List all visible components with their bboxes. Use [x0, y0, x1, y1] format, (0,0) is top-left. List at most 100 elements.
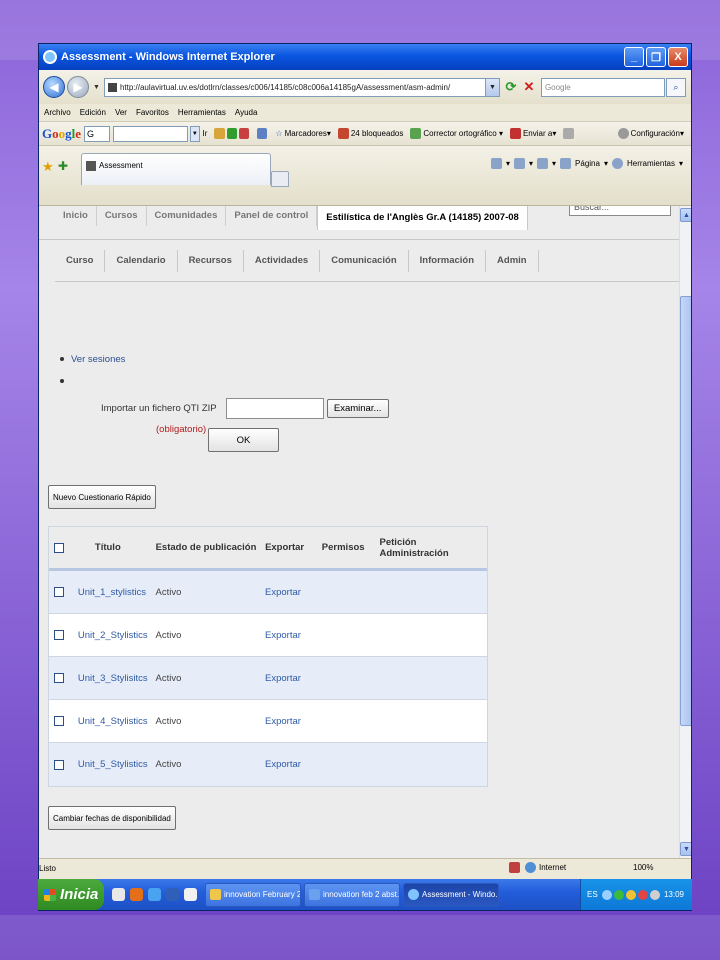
menu-herramientas[interactable]: Herramientas: [178, 108, 226, 117]
taskbar-button-folder[interactable]: innovation February 2: [205, 882, 301, 907]
assessment-title-link[interactable]: Unit_5_Stylistics: [77, 759, 156, 770]
new-quick-quiz-button[interactable]: Nuevo Cuestionario Rápido: [48, 485, 156, 509]
tray-icon[interactable]: [601, 889, 612, 900]
word-icon[interactable]: [166, 888, 179, 901]
subnav-informacion[interactable]: Información: [409, 249, 487, 272]
title-bar[interactable]: Assessment - Windows Internet Explorer _…: [39, 44, 691, 70]
ie-icon[interactable]: [148, 888, 161, 901]
menu-archivo[interactable]: Archivo: [44, 108, 71, 117]
assessment-title-link[interactable]: Unit_4_Stylistics: [77, 716, 156, 727]
tools-menu[interactable]: Herramientas: [627, 159, 675, 168]
subnav-recursos[interactable]: Recursos: [178, 249, 244, 272]
volume-icon[interactable]: [649, 889, 660, 900]
feeds-icon[interactable]: [514, 158, 525, 169]
select-all-checkbox[interactable]: [54, 542, 64, 553]
spellcheck-button[interactable]: Corrector ortográfico ▾: [410, 128, 503, 139]
subnav-actividades[interactable]: Actividades: [244, 249, 321, 272]
google-search-dropdown-icon[interactable]: ▼: [190, 125, 200, 142]
ver-sesiones-link[interactable]: Ver sesiones: [71, 354, 125, 365]
rss-icon[interactable]: [238, 128, 250, 139]
file-path-input[interactable]: [225, 398, 324, 419]
web-search-input[interactable]: Google: [540, 77, 665, 97]
subnav-comunicacion[interactable]: Comunicación: [320, 249, 409, 272]
start-button[interactable]: Inicia: [38, 879, 104, 910]
subnav-admin[interactable]: Admin: [486, 249, 539, 272]
close-button[interactable]: X: [668, 47, 688, 67]
firefox-icon[interactable]: [130, 888, 143, 901]
assessment-title-link[interactable]: Unit_1_stylistics: [77, 587, 156, 598]
menu-edicion[interactable]: Edición: [80, 108, 106, 117]
highlighter-icon[interactable]: [563, 128, 574, 139]
language-indicator[interactable]: ES: [587, 890, 598, 899]
export-link[interactable]: Exportar: [265, 716, 322, 727]
home-icon[interactable]: [490, 158, 502, 169]
go-button[interactable]: Ir: [203, 129, 208, 138]
export-link[interactable]: Exportar: [265, 759, 322, 770]
bookmarks-button[interactable]: ☆ Marcadores ▾: [275, 129, 330, 138]
quick-launch-icon[interactable]: [112, 888, 125, 901]
header-titulo[interactable]: Título: [77, 542, 156, 553]
nav-inicio[interactable]: Inicio: [55, 206, 97, 226]
scroll-thumb[interactable]: [680, 296, 691, 726]
quick-launch-icon[interactable]: [184, 888, 197, 901]
nav-panel-de-control[interactable]: Panel de control: [226, 206, 318, 226]
export-link[interactable]: Exportar: [265, 630, 322, 641]
forward-button[interactable]: ▶: [67, 76, 89, 98]
nav-active-course[interactable]: Estilística de l'Anglès Gr.A (14185) 200…: [317, 206, 528, 230]
history-dropdown-icon[interactable]: ▼: [93, 84, 100, 91]
settings-button[interactable]: Configuración ▾: [617, 128, 684, 139]
tab-assessment[interactable]: Assessment: [81, 153, 271, 185]
subnav-calendario[interactable]: Calendario: [105, 249, 178, 272]
assessment-title-link[interactable]: Unit_2_Stylistics: [77, 630, 156, 641]
add-favorite-icon[interactable]: ✚: [58, 159, 68, 173]
page-menu[interactable]: Página: [575, 159, 600, 168]
stop-icon[interactable]: ✕: [521, 78, 537, 96]
menu-ver[interactable]: Ver: [115, 108, 127, 117]
row-checkbox[interactable]: [54, 630, 64, 640]
search-icon[interactable]: ⌕: [665, 77, 686, 97]
vertical-scrollbar[interactable]: ▲ ▼: [679, 206, 691, 858]
zoom-level[interactable]: 100%: [633, 863, 653, 872]
row-checkbox[interactable]: [54, 716, 64, 726]
menu-favoritos[interactable]: Favoritos: [136, 108, 169, 117]
row-checkbox[interactable]: [54, 587, 64, 597]
nav-cursos[interactable]: Cursos: [97, 206, 147, 226]
toolbar-option-icon[interactable]: [214, 128, 225, 139]
row-checkbox[interactable]: [54, 759, 64, 770]
minimize-button[interactable]: _: [624, 47, 644, 67]
new-tab-button[interactable]: [271, 171, 289, 187]
export-link[interactable]: Exportar: [265, 587, 322, 598]
print-icon[interactable]: [537, 158, 549, 169]
tray-icon[interactable]: [637, 889, 648, 900]
send-to-button[interactable]: Enviar a ▾: [509, 128, 556, 139]
address-dropdown-icon[interactable]: ▼: [484, 78, 499, 96]
site-search-input[interactable]: Buscar...: [569, 206, 671, 216]
popup-blocker-button[interactable]: 24 bloqueados: [337, 128, 403, 139]
scroll-up-icon[interactable]: ▲: [680, 208, 691, 222]
nav-comunidades[interactable]: Comunidades: [147, 206, 227, 226]
taskbar-button-word[interactable]: innovation feb 2 abst...: [304, 882, 400, 907]
scroll-down-icon[interactable]: ▼: [680, 842, 691, 856]
change-availability-dates-button[interactable]: Cambiar fechas de disponibilidad: [48, 806, 176, 830]
clock[interactable]: 13:09: [664, 890, 684, 899]
assessment-title-link[interactable]: Unit_3_Stylisitcs: [77, 673, 156, 684]
toolbar-option-icon[interactable]: [226, 128, 237, 139]
back-button[interactable]: ◀: [43, 76, 65, 98]
menu-ayuda[interactable]: Ayuda: [235, 108, 258, 117]
google-logo[interactable]: Google: [42, 126, 81, 142]
favorites-star-icon[interactable]: ★: [42, 159, 54, 175]
google-menu-button[interactable]: G: [84, 125, 111, 142]
subnav-curso[interactable]: Curso: [55, 249, 106, 272]
export-link[interactable]: Exportar: [265, 673, 322, 684]
tray-icon[interactable]: [613, 889, 624, 900]
maximize-button[interactable]: ❐: [646, 47, 666, 67]
refresh-icon[interactable]: ⟳: [503, 78, 519, 96]
blocked-icon[interactable]: [509, 862, 520, 873]
taskbar-button-ie[interactable]: Assessment - Windo...: [403, 882, 499, 907]
google-search-input[interactable]: [113, 125, 189, 142]
translate-icon[interactable]: [257, 128, 268, 139]
ok-button[interactable]: OK: [208, 428, 279, 452]
shield-icon[interactable]: [625, 889, 636, 900]
row-checkbox[interactable]: [54, 673, 64, 683]
browse-button[interactable]: Examinar...: [326, 399, 389, 418]
